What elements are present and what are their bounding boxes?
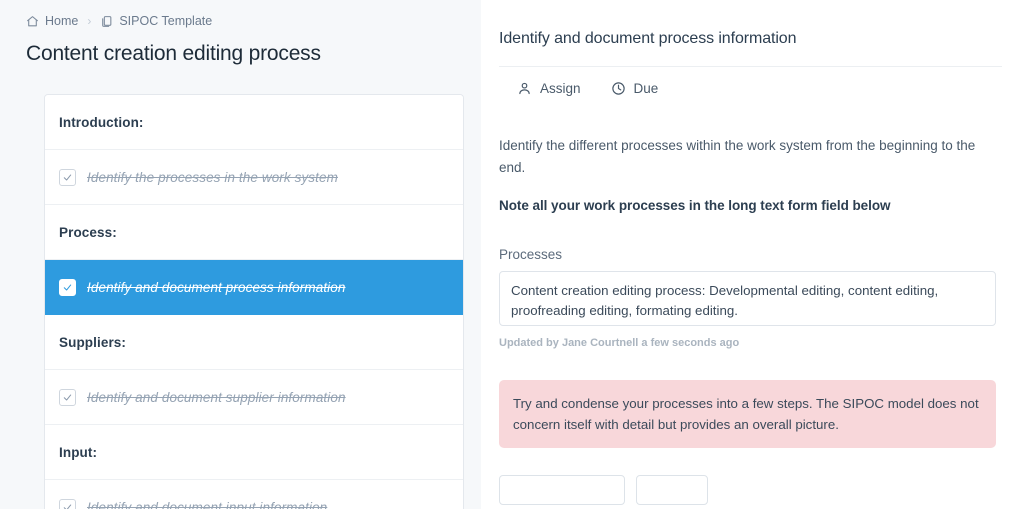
task-meta-bar: Assign Due (499, 65, 1002, 96)
processes-input[interactable] (499, 270, 996, 326)
checkmark-icon[interactable] (59, 168, 76, 186)
detail-button-row (499, 474, 1002, 505)
checklist-panel: Home › SIPOC Template Content creation e… (0, 0, 481, 509)
person-icon (517, 81, 532, 96)
task-detail-title: Identify and document process informatio… (499, 30, 797, 47)
task-label: Identify and document input information (87, 500, 328, 509)
section-header-label: Introduction: (59, 114, 144, 130)
task-instruction: Note all your work processes in the long… (499, 197, 891, 213)
checklist-task-row[interactable]: 8Identify and document input information (45, 480, 463, 509)
section-header-label: Input: (59, 444, 98, 460)
tip-alert: Try and condense your processes into a f… (499, 379, 996, 448)
task-description: Identify the different processes within … (499, 137, 976, 175)
app-root: Home › SIPOC Template Content creation e… (0, 0, 1024, 509)
breadcrumb-separator-icon: › (87, 14, 92, 28)
task-label: Identify and document supplier informati… (87, 389, 346, 405)
checklist-section-header[interactable]: 7Input: (45, 425, 463, 480)
section-header-label: Suppliers: (59, 334, 127, 350)
processes-field-label: Processes (499, 246, 563, 262)
breadcrumb-home-label: Home (45, 14, 79, 28)
checklist-section-header[interactable]: 3Process: (45, 205, 463, 260)
due-date-button[interactable]: Due (611, 80, 659, 96)
page-title: Content creation editing process (26, 42, 321, 65)
checklist-task-row[interactable]: 2Identify the processes in the work syst… (45, 150, 463, 205)
checklist-task-row[interactable]: 4Identify and document process informati… (45, 260, 463, 315)
assign-label: Assign (540, 80, 581, 96)
copy-document-icon (100, 15, 113, 28)
checklist-section-header[interactable]: 5Suppliers: (45, 315, 463, 370)
breadcrumb-item-template[interactable]: SIPOC Template (100, 14, 212, 28)
checklist-card: 1Introduction:2Identify the processes in… (44, 94, 464, 509)
breadcrumb-current-label: SIPOC Template (119, 14, 213, 28)
primary-action-button[interactable] (499, 474, 625, 505)
section-header-label: Process: (59, 224, 117, 240)
breadcrumb: Home › SIPOC Template (0, 0, 481, 28)
due-label: Due (633, 80, 659, 96)
checkmark-icon[interactable] (59, 388, 76, 406)
assign-button[interactable]: Assign (517, 81, 581, 96)
home-icon (26, 15, 39, 28)
breadcrumb-item-home[interactable]: Home (26, 14, 78, 28)
clock-icon (611, 81, 626, 96)
checklist-task-row[interactable]: 6Identify and document supplier informat… (45, 370, 463, 425)
checklist-section-header[interactable]: 1Introduction: (45, 95, 463, 150)
checkmark-icon[interactable] (59, 278, 76, 296)
updated-by-note: Updated by Jane Courtnell a few seconds … (499, 336, 740, 349)
task-label: Identify and document process informatio… (87, 279, 346, 295)
task-detail-panel: Identify and document process informatio… (481, 0, 1024, 509)
checkmark-icon[interactable] (59, 499, 76, 509)
secondary-action-button[interactable] (636, 474, 708, 505)
task-label: Identify the processes in the work syste… (87, 169, 338, 185)
